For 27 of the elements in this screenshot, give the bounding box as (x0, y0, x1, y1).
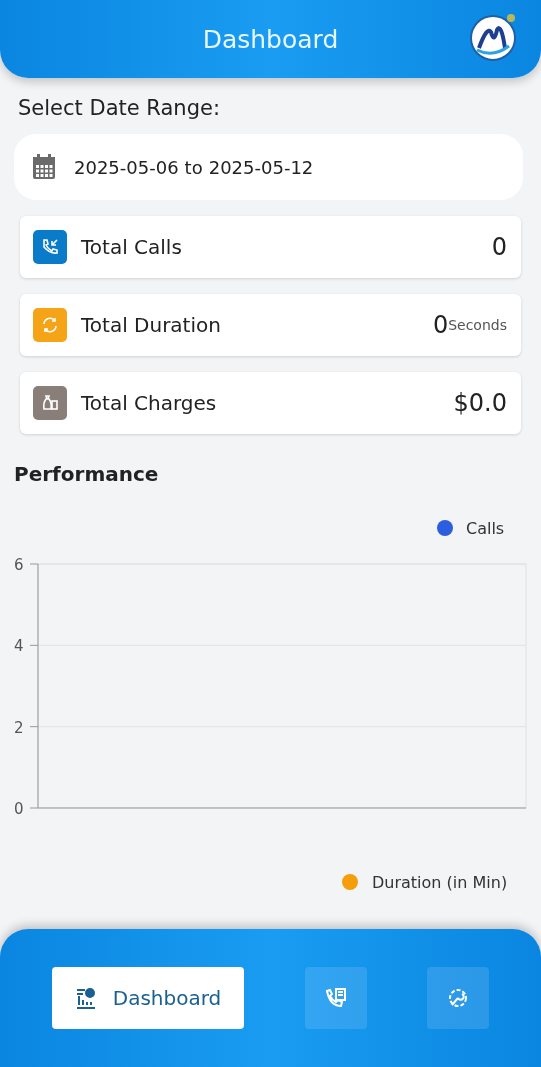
legend-item: Duration (in Min) (342, 873, 508, 892)
phone-list-icon (323, 986, 348, 1010)
end-date: 2025-05-12 (208, 156, 314, 178)
stat-label: Total Calls (81, 235, 183, 259)
stat-value: 0 (432, 311, 449, 339)
nav-tab[interactable] (304, 967, 367, 1029)
stat-value: 0 (491, 233, 507, 261)
legend-item: Calls (437, 519, 505, 538)
axis-tick-label: 6 (14, 556, 24, 574)
start-date: 2025-05-06 (74, 156, 179, 178)
stat-label: Total Charges (81, 391, 218, 415)
logo-icon (469, 12, 519, 62)
axis-tick-label: 4 (14, 637, 24, 656)
stat-value: $0.0 (453, 389, 507, 417)
nav-tab[interactable]: Dashboard (52, 967, 244, 1029)
axis-tick-label: 0 (14, 800, 24, 818)
range-separator: to (184, 156, 203, 178)
stat-unit: Seconds (448, 317, 507, 333)
page-title: Dashboard (202, 24, 339, 54)
date-range-field[interactable]: 2025-05-06 to 2025-05-12 (14, 134, 523, 200)
axis-tick-label: 2 (14, 718, 24, 737)
nav-tab[interactable] (427, 967, 489, 1029)
section-title: Performance (14, 462, 160, 486)
calendar-icon (32, 154, 56, 180)
stat-label: Total Duration (81, 313, 222, 337)
date-range-label: Select Date Range: (18, 96, 221, 120)
legend-label: Calls (466, 519, 505, 538)
